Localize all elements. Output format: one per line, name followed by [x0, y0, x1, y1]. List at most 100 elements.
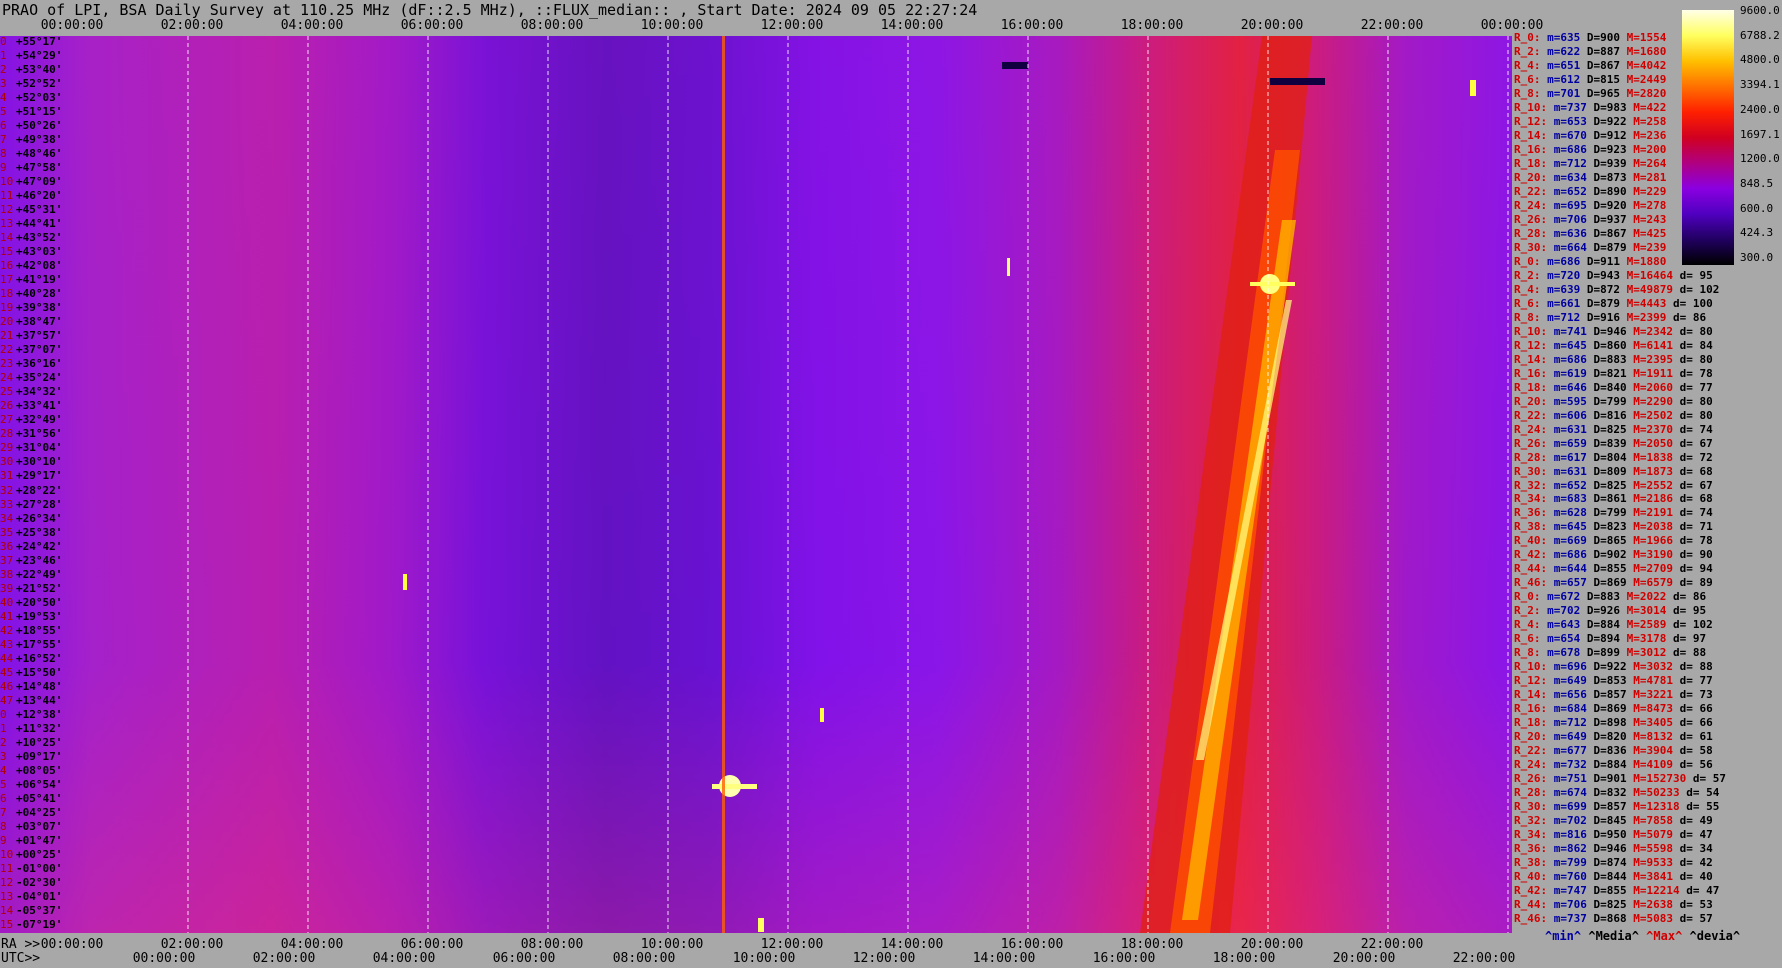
utc-tick-label: 06:00:00	[492, 951, 556, 966]
top-tick-label: 04:00:00	[280, 18, 344, 33]
beam-name: R_2:	[1514, 268, 1541, 282]
declination-value: +39°38'	[16, 301, 63, 315]
stats-row: R_16: m=686 D=923 M=200	[1514, 142, 1666, 156]
beam-index: 13	[0, 889, 14, 903]
stat-devia: d= 55	[1679, 800, 1720, 814]
ra-tick-label: 20:00:00	[1240, 937, 1304, 952]
stat-max: M=239	[1626, 240, 1667, 254]
beam-index: 28	[0, 427, 14, 441]
stats-row: R_34: m=683 D=861 M=2186 d= 68	[1514, 493, 1713, 505]
stat-median: D=825	[1586, 898, 1627, 912]
declination-value: +04°25'	[16, 805, 63, 819]
stat-max: M=4109	[1626, 758, 1673, 772]
stat-devia: d= 67	[1672, 436, 1713, 450]
stat-min: m=635	[1540, 31, 1581, 44]
stat-min: m=712	[1547, 716, 1587, 730]
beam-name: R_24:	[1514, 758, 1548, 772]
stat-max: M=5083	[1626, 912, 1673, 926]
stat-max: M=3221	[1626, 688, 1673, 702]
top-tick-label: 00:00:00	[40, 18, 104, 33]
stat-max: M=152730	[1626, 772, 1687, 786]
beam-name: R_24:	[1514, 422, 1548, 436]
colorbar-tick-label: 600.0	[1740, 201, 1774, 215]
beam-index: 25	[0, 385, 14, 399]
stat-devia: d= 40	[1672, 870, 1713, 884]
stat-min: m=669	[1547, 534, 1587, 548]
stat-max: M=1966	[1626, 534, 1673, 548]
stat-median: D=943	[1580, 268, 1620, 282]
beam-index: 10	[0, 847, 14, 861]
declination-value: -07°19'	[16, 917, 63, 931]
stat-max: M=8132	[1626, 730, 1673, 744]
stat-max: M=5079	[1626, 828, 1673, 842]
stats-row: R_44: m=644 D=855 M=2709 d= 94	[1514, 563, 1713, 575]
declination-label: 29 +31°04'	[0, 442, 62, 454]
stat-median: D=804	[1586, 450, 1627, 464]
declination-label: 10 +00°25'	[0, 847, 63, 861]
beam-name: R_34:	[1514, 492, 1548, 506]
colorbar-gradient	[1682, 10, 1734, 265]
declination-value: +23°46'	[16, 553, 63, 567]
stat-devia: d= 53	[1672, 898, 1713, 912]
declination-label: 4 +52°03'	[0, 92, 62, 104]
stat-devia: d= 80	[1672, 324, 1713, 338]
stats-row: R_36: m=628 D=799 M=2191 d= 74	[1514, 507, 1713, 519]
beam-name: R_8:	[1514, 86, 1541, 100]
stat-median: D=855	[1586, 884, 1627, 898]
declination-label: 15 +43°03'	[0, 246, 62, 258]
declination-label: 24 +35°24'	[0, 372, 62, 384]
stat-devia: d= 58	[1672, 744, 1713, 758]
beam-name: R_42:	[1514, 884, 1548, 898]
stat-median: D=857	[1586, 800, 1627, 814]
stat-max: M=4443	[1620, 296, 1667, 310]
beam-name: R_40:	[1514, 534, 1548, 548]
stats-row: R_24: m=732 D=884 M=4109 d= 56	[1514, 759, 1713, 771]
stats-row: R_28: m=674 D=832 M=50233 d= 54	[1514, 787, 1719, 799]
stat-min: m=701	[1540, 86, 1581, 100]
stat-min: m=737	[1547, 912, 1587, 926]
beam-index: 29	[0, 441, 14, 455]
declination-value: +41°19'	[16, 273, 63, 287]
stat-devia: d= 77	[1672, 674, 1713, 688]
stats-row: R_14: m=686 D=883 M=2395 d= 80	[1514, 353, 1713, 366]
stat-devia: d= 74	[1672, 422, 1713, 436]
stat-min: m=644	[1547, 562, 1587, 576]
beam-index: 0	[0, 35, 7, 48]
top-tick-label: 08:00:00	[520, 18, 584, 33]
stat-devia: d= 42	[1672, 856, 1713, 870]
declination-value: +00°25'	[16, 847, 63, 861]
stat-min: m=712	[1547, 156, 1587, 170]
declination-value: +44°41'	[16, 217, 63, 231]
declination-label: 13 +44°41'	[0, 218, 62, 230]
beam-name: R_16:	[1514, 142, 1548, 156]
utc-tick-label: 20:00:00	[1332, 951, 1396, 966]
stat-devia: d= 78	[1672, 366, 1713, 380]
stats-row: R_16: m=684 D=869 M=8473 d= 66	[1514, 703, 1713, 715]
stats-row: R_12: m=649 D=853 M=4781 d= 77	[1514, 675, 1713, 687]
stat-max: M=2638	[1626, 898, 1673, 912]
stat-max: M=6141	[1626, 338, 1673, 352]
colorbar-tick-label: 2400.0	[1740, 102, 1780, 116]
stat-max: M=1911	[1626, 366, 1673, 380]
declination-label: 36 +24°42'	[0, 540, 62, 553]
stats-legend: ^min^ ^Media^ ^Max^ ^devia^	[1545, 929, 1740, 943]
stat-median: D=950	[1586, 828, 1627, 842]
declination-label: 27 +32°49'	[0, 414, 62, 426]
declination-label: 25 +34°32'	[0, 386, 62, 398]
stats-row: R_8: m=701 D=965 M=2820	[1514, 86, 1666, 100]
stat-min: m=678	[1540, 646, 1581, 660]
stat-max: M=264	[1626, 156, 1667, 170]
stat-max: M=2370	[1626, 422, 1673, 436]
beam-index: 12	[0, 203, 14, 217]
stat-median: D=844	[1586, 870, 1627, 884]
beam-name: R_22:	[1514, 744, 1548, 758]
declination-value: +49°38'	[16, 133, 63, 147]
declination-value: +55°17'	[16, 35, 63, 48]
stat-max: M=2050	[1626, 436, 1673, 450]
stats-row: R_2: m=702 D=926 M=3014 d= 95	[1514, 605, 1706, 617]
top-tick-label: 14:00:00	[880, 18, 944, 33]
stat-min: m=741	[1547, 324, 1587, 338]
ra-tick-label: 00:00:00	[40, 937, 104, 952]
stats-row: R_2: m=720 D=943 M=16464 d= 95	[1514, 268, 1713, 282]
utc-axis-label: UTC>>	[1, 951, 41, 966]
